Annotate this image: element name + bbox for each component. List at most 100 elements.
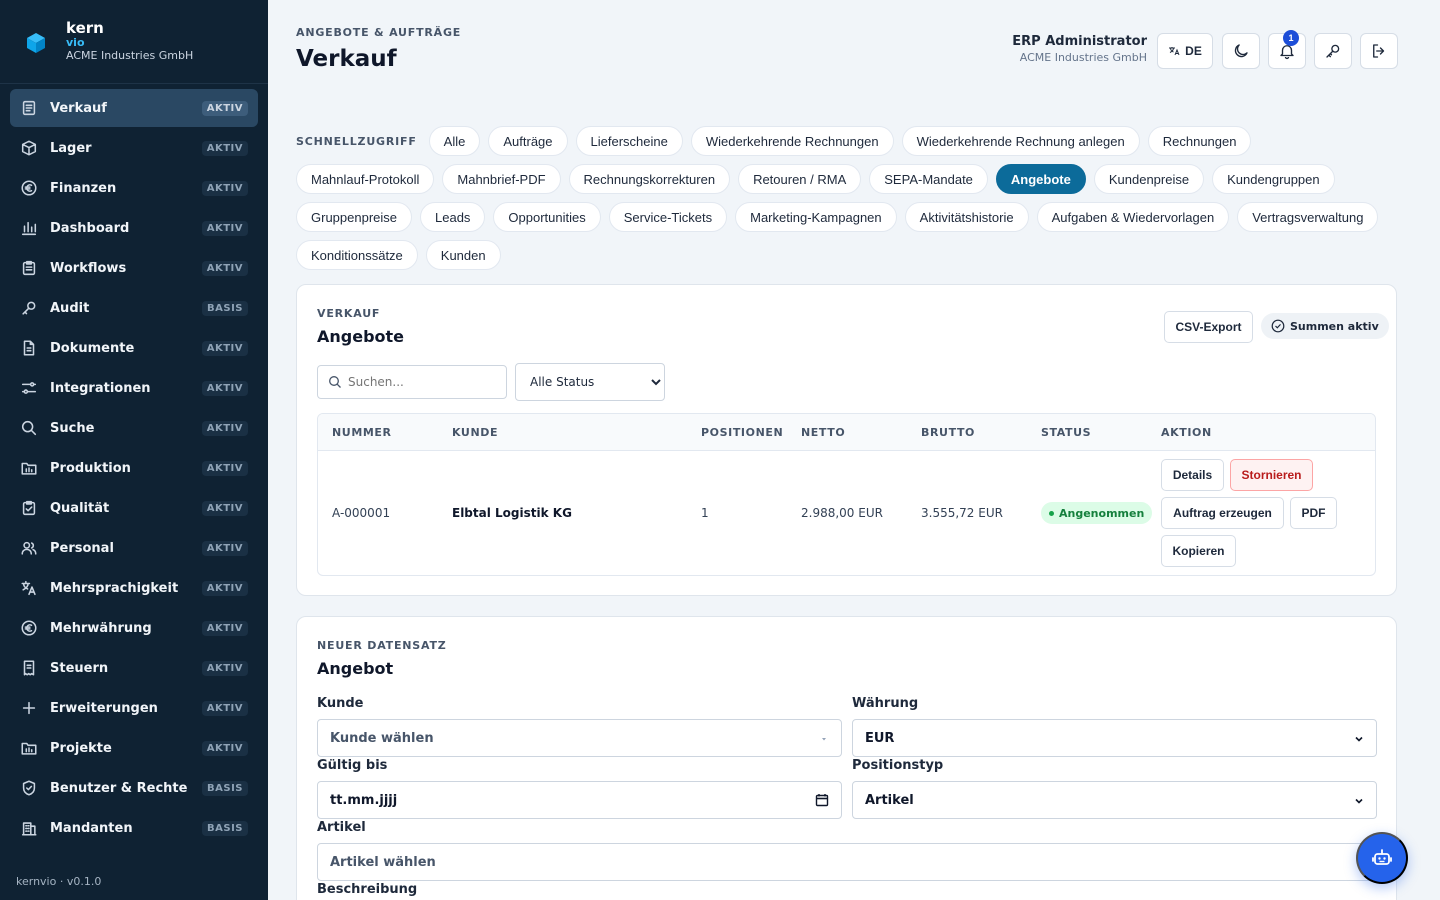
quick-pill[interactable]: Service-Tickets (608, 202, 728, 232)
col-status: STATUS (1041, 426, 1092, 439)
form-title: Angebot (317, 659, 394, 678)
quick-pill[interactable]: Rechnungskorrekturen (568, 164, 731, 194)
chevron-down-icon (1355, 798, 1363, 804)
sidebar-item-produktion[interactable]: Produktion AKTIV (10, 449, 258, 487)
sidebar-item-finanzen[interactable]: Finanzen AKTIV (10, 169, 258, 207)
details-button[interactable]: Details (1161, 459, 1224, 491)
col-positionen: POSITIONEN (701, 426, 784, 439)
quick-pill[interactable]: Leads (420, 202, 486, 232)
quick-pill[interactable]: Kunden (425, 240, 501, 270)
key-icon (22, 301, 36, 315)
sums-label: Summen aktiv (1290, 319, 1379, 333)
currency-select[interactable]: EUR (852, 719, 1377, 757)
quick-pill[interactable]: Mahnlauf-Protokoll (296, 164, 435, 194)
cancel-offer-button[interactable]: Stornieren (1230, 459, 1313, 491)
sidebar-item-benutzer-rechte[interactable]: Benutzer & Rechte BASIS (10, 769, 258, 807)
quick-pill[interactable]: Vertragsverwaltung (1237, 202, 1379, 232)
valid-until-date-input[interactable]: tt.mm.jjjj (317, 781, 842, 819)
api-key-button[interactable] (1314, 33, 1352, 69)
create-order-button[interactable]: Auftrag erzeugen (1161, 497, 1284, 529)
sidebar-item-mehrwaehrung[interactable]: Mehrwährung AKTIV (10, 609, 258, 647)
logout-button[interactable] (1360, 33, 1398, 69)
users-icon (21, 541, 37, 555)
quick-pill[interactable]: Kundengruppen (1212, 164, 1335, 194)
cell-positionen: 1 (701, 506, 709, 520)
quick-pill[interactable]: Angebote (995, 164, 1086, 194)
language-button[interactable]: DE (1157, 33, 1213, 69)
quick-pill[interactable]: Wiederkehrende Rechnungen (690, 126, 894, 156)
sidebar-item-erweiterungen[interactable]: Erweiterungen AKTIV (10, 689, 258, 727)
bar-chart-icon (21, 221, 37, 236)
quick-pill[interactable]: Kundenpreise (1093, 164, 1205, 194)
sidebar-item-label: Mehrwährung (50, 620, 152, 636)
sidebar-item-badge: AKTIV (201, 260, 248, 276)
quick-pill[interactable]: Konditionssätze (296, 240, 418, 270)
status-filter-select[interactable]: Alle Status (515, 363, 665, 401)
sidebar-item-dokumente[interactable]: Dokumente AKTIV (10, 329, 258, 367)
logout-icon (1373, 44, 1385, 58)
search-icon (21, 420, 37, 436)
receipt-icon (23, 660, 35, 676)
pdf-button[interactable]: PDF (1290, 497, 1337, 529)
sidebar-item-badge: AKTIV (201, 540, 248, 556)
status-badge: Angenommen (1041, 502, 1153, 524)
quick-pill[interactable]: Aktivitätshistorie (904, 202, 1029, 232)
theme-toggle-button[interactable] (1222, 33, 1260, 69)
sidebar-item-steuern[interactable]: Steuern AKTIV (10, 649, 258, 687)
quick-pill[interactable]: Rechnungen (1147, 126, 1252, 156)
sidebar-item-mehrsprachigkeit[interactable]: Mehrsprachigkeit AKTIV (10, 569, 258, 607)
quick-pill[interactable]: Opportunities (493, 202, 601, 232)
sidebar-item-label: Finanzen (50, 180, 117, 196)
sums-toggle[interactable]: Summen aktiv (1261, 313, 1389, 339)
sidebar-item-verkauf[interactable]: Verkauf AKTIV (10, 89, 258, 127)
quick-pill[interactable]: Wiederkehrende Rechnung anlegen (901, 126, 1140, 156)
sidebar-item-badge: AKTIV (201, 420, 248, 436)
sidebar-item-personal[interactable]: Personal AKTIV (10, 529, 258, 567)
sidebar-item-label: Personal (50, 540, 114, 556)
quick-pill[interactable]: SEPA-Mandate (869, 164, 988, 194)
search-icon (329, 376, 341, 388)
sidebar-item-badge: AKTIV (201, 740, 248, 756)
article-select[interactable]: Artikel wählen (317, 843, 1377, 881)
quick-pill[interactable]: Alle (428, 126, 481, 156)
search-input[interactable] (348, 375, 498, 389)
quick-pill[interactable]: Aufträge (488, 126, 568, 156)
brand-company: ACME Industries GmbH (66, 49, 194, 63)
customer-select[interactable]: Kunde wählen (317, 719, 842, 757)
quick-pill[interactable]: Mahnbrief-PDF (442, 164, 561, 194)
copy-button[interactable]: Kopieren (1161, 535, 1236, 567)
sidebar-item-label: Benutzer & Rechte (50, 780, 188, 796)
status-dot (1049, 510, 1054, 516)
quick-pill[interactable]: Retouren / RMA (738, 164, 862, 194)
csv-export-button[interactable]: CSV-Export (1164, 311, 1253, 343)
sidebar-item-workflows[interactable]: Workflows AKTIV (10, 249, 258, 287)
quick-pill[interactable]: Gruppenpreise (296, 202, 412, 232)
sidebar-item-lager[interactable]: Lager AKTIV (10, 129, 258, 167)
brand[interactable]: kern vio ACME Industries GmbH (0, 0, 268, 84)
position-type-select[interactable]: Artikel (852, 781, 1377, 819)
sidebar-item-audit[interactable]: Audit BASIS (10, 289, 258, 327)
currency-label: Währung (852, 696, 919, 711)
sidebar-item-projekte[interactable]: Projekte AKTIV (10, 729, 258, 767)
folder-chart-icon (21, 742, 37, 755)
cell-brutto: 3.555,72 EUR (921, 506, 1003, 520)
sidebar-item-integrationen[interactable]: Integrationen AKTIV (10, 369, 258, 407)
assistant-bot-button[interactable] (1356, 832, 1408, 884)
sidebar-item-dashboard[interactable]: Dashboard AKTIV (10, 209, 258, 247)
sidebar-item-badge: BASIS (202, 780, 248, 796)
calendar-icon[interactable] (815, 793, 829, 807)
euro-icon (21, 180, 37, 196)
sidebar-item-label: Workflows (50, 260, 127, 276)
currency-value: EUR (865, 730, 895, 746)
quick-pill[interactable]: Marketing-Kampagnen (735, 202, 897, 232)
quick-pill[interactable]: Aufgaben & Wiedervorlagen (1036, 202, 1230, 232)
sidebar-item-mandanten[interactable]: Mandanten BASIS (10, 809, 258, 847)
quick-pill[interactable]: Lieferscheine (575, 126, 683, 156)
sidebar-item-suche[interactable]: Suche AKTIV (10, 409, 258, 447)
sidebar-item-label: Lager (50, 140, 92, 156)
sidebar-item-label: Audit (50, 300, 90, 316)
notifications-button[interactable]: 1 (1268, 30, 1306, 69)
search-box[interactable] (317, 365, 507, 399)
table-header: NUMMER KUNDE POSITIONEN NETTO BRUTTO STA… (318, 414, 1375, 451)
sidebar-item-qualitaet[interactable]: Qualität AKTIV (10, 489, 258, 527)
